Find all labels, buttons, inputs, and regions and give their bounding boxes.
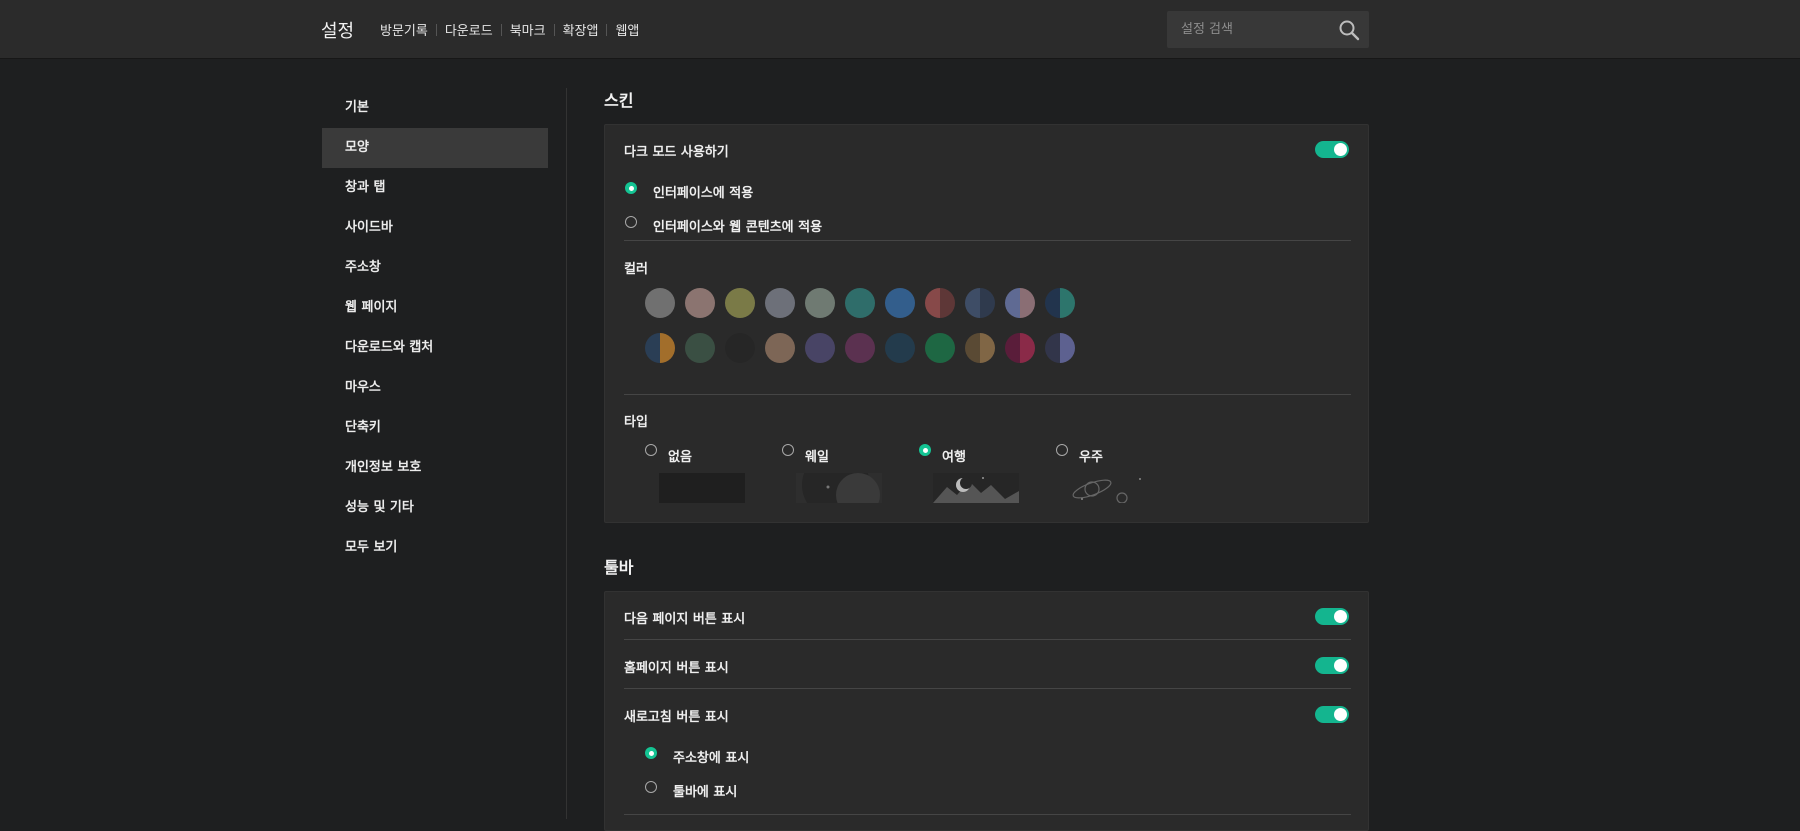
nav-separator bbox=[606, 23, 608, 36]
type-travel-thumbnail[interactable] bbox=[933, 473, 1019, 503]
travel-illustration-icon bbox=[933, 477, 1019, 503]
nav-downloads-link[interactable]: 다운로드 bbox=[445, 20, 493, 39]
sidebar-divider bbox=[566, 88, 567, 819]
sidebar-item-appearance[interactable]: 모양 bbox=[322, 128, 548, 168]
sidebar-item-downloads-capture[interactable]: 다운로드와 캡처 bbox=[322, 328, 548, 368]
refresh-in-address-bar-radio[interactable] bbox=[645, 747, 657, 759]
color-swatch[interactable] bbox=[685, 288, 715, 318]
color-swatch[interactable] bbox=[965, 288, 995, 318]
type-space-radio[interactable] bbox=[1056, 444, 1068, 456]
divider bbox=[624, 639, 1351, 640]
sidebar-item-performance[interactable]: 성능 및 기타 bbox=[322, 488, 548, 528]
type-whale-label: 웨일 bbox=[805, 450, 829, 465]
apply-interface-web-label: 인터페이스와 웹 콘텐츠에 적용 bbox=[653, 220, 823, 235]
sidebar-item-web-page[interactable]: 웹 페이지 bbox=[322, 288, 548, 328]
color-label: 컬러 bbox=[624, 262, 648, 277]
sidebar-item-windows-tabs[interactable]: 창과 탭 bbox=[322, 168, 548, 208]
skin-panel: 다크 모드 사용하기 인터페이스에 적용 인터페이스와 웹 콘텐츠에 적용 컬러… bbox=[604, 124, 1369, 523]
color-swatch[interactable] bbox=[805, 333, 835, 363]
nav-webapps-link[interactable]: 웹앱 bbox=[615, 20, 639, 39]
sidebar-item-sidebar[interactable]: 사이드바 bbox=[322, 208, 548, 248]
color-swatch[interactable] bbox=[1045, 333, 1075, 363]
sidebar-item-basic[interactable]: 기본 bbox=[322, 88, 548, 128]
color-swatch[interactable] bbox=[725, 288, 755, 318]
type-whale-thumbnail[interactable] bbox=[796, 473, 882, 503]
apply-interface-label: 인터페이스에 적용 bbox=[653, 186, 754, 201]
type-travel-label: 여행 bbox=[942, 450, 966, 465]
sidebar-item-shortcuts[interactable]: 단축키 bbox=[322, 408, 548, 448]
skin-section-title: 스킨 bbox=[604, 91, 634, 110]
color-swatch[interactable] bbox=[845, 333, 875, 363]
sidebar-item-privacy[interactable]: 개인정보 보호 bbox=[322, 448, 548, 488]
refresh-in-toolbar-label: 툴바에 표시 bbox=[673, 785, 738, 800]
refresh-in-address-bar-label: 주소창에 표시 bbox=[673, 751, 750, 766]
divider bbox=[624, 240, 1351, 241]
color-swatch[interactable] bbox=[925, 333, 955, 363]
color-swatch[interactable] bbox=[885, 288, 915, 318]
type-whale-radio[interactable] bbox=[782, 444, 794, 456]
refresh-in-toolbar-radio[interactable] bbox=[645, 781, 657, 793]
whale-illustration-icon bbox=[802, 473, 880, 503]
color-swatch[interactable] bbox=[1045, 288, 1075, 318]
next-page-button-label: 다음 페이지 버튼 표시 bbox=[624, 612, 746, 627]
nav-extensions-link[interactable]: 확장앱 bbox=[563, 20, 599, 39]
apply-interface-radio[interactable] bbox=[625, 182, 637, 194]
search-input[interactable] bbox=[1167, 11, 1327, 48]
color-swatch[interactable] bbox=[765, 333, 795, 363]
search-box bbox=[1167, 11, 1369, 48]
color-swatch[interactable] bbox=[885, 333, 915, 363]
color-swatch[interactable] bbox=[965, 333, 995, 363]
type-label: 타입 bbox=[624, 415, 648, 430]
nav-separator bbox=[553, 23, 555, 36]
divider bbox=[624, 688, 1351, 689]
color-swatch[interactable] bbox=[725, 333, 755, 363]
sidebar-item-mouse[interactable]: 마우스 bbox=[322, 368, 548, 408]
color-swatch[interactable] bbox=[765, 288, 795, 318]
home-button-label: 홈페이지 버튼 표시 bbox=[624, 661, 729, 676]
home-button-toggle[interactable] bbox=[1315, 657, 1349, 674]
nav-bookmarks-link[interactable]: 북마크 bbox=[510, 20, 546, 39]
toolbar-section-title: 툴바 bbox=[604, 558, 634, 577]
next-page-button-toggle[interactable] bbox=[1315, 608, 1349, 625]
dark-mode-label: 다크 모드 사용하기 bbox=[624, 145, 729, 160]
color-swatch[interactable] bbox=[925, 288, 955, 318]
apply-interface-web-radio[interactable] bbox=[625, 216, 637, 228]
type-space-label: 우주 bbox=[1079, 450, 1103, 465]
toolbar-panel: 다음 페이지 버튼 표시 홈페이지 버튼 표시 새로고침 버튼 표시 주소창에 … bbox=[604, 591, 1369, 831]
dark-mode-toggle[interactable] bbox=[1315, 141, 1349, 158]
type-space-thumbnail[interactable] bbox=[1070, 473, 1156, 503]
color-swatch[interactable] bbox=[1005, 333, 1035, 363]
type-none-radio[interactable] bbox=[645, 444, 657, 456]
sidebar-item-address-bar[interactable]: 주소창 bbox=[322, 248, 548, 288]
sidebar-item-view-all[interactable]: 모두 보기 bbox=[322, 528, 548, 568]
color-swatch[interactable] bbox=[685, 333, 715, 363]
refresh-button-toggle[interactable] bbox=[1315, 706, 1349, 723]
settings-sidebar: 기본 모양 창과 탭 사이드바 주소창 웹 페이지 다운로드와 캡처 마우스 단… bbox=[322, 88, 548, 568]
search-icon[interactable] bbox=[1338, 19, 1360, 41]
color-swatch[interactable] bbox=[1005, 288, 1035, 318]
type-travel-radio[interactable] bbox=[919, 444, 931, 456]
divider bbox=[624, 394, 1351, 395]
space-illustration-icon bbox=[1072, 478, 1141, 503]
type-none-thumbnail[interactable] bbox=[659, 473, 745, 503]
color-swatch[interactable] bbox=[845, 288, 875, 318]
color-swatch[interactable] bbox=[805, 288, 835, 318]
color-swatch[interactable] bbox=[645, 288, 675, 318]
type-none-label: 없음 bbox=[668, 450, 692, 465]
top-header: 설정 방문기록 다운로드 북마크 확장앱 웹앱 bbox=[0, 0, 1800, 59]
nav-separator bbox=[500, 23, 502, 36]
app-title: 설정 bbox=[321, 21, 355, 42]
top-nav: 방문기록 다운로드 북마크 확장앱 웹앱 bbox=[380, 20, 639, 39]
color-swatch[interactable] bbox=[645, 333, 675, 363]
divider bbox=[624, 814, 1351, 815]
nav-history-link[interactable]: 방문기록 bbox=[380, 20, 428, 39]
refresh-button-label: 새로고침 버튼 표시 bbox=[624, 710, 729, 725]
nav-separator bbox=[435, 23, 437, 36]
